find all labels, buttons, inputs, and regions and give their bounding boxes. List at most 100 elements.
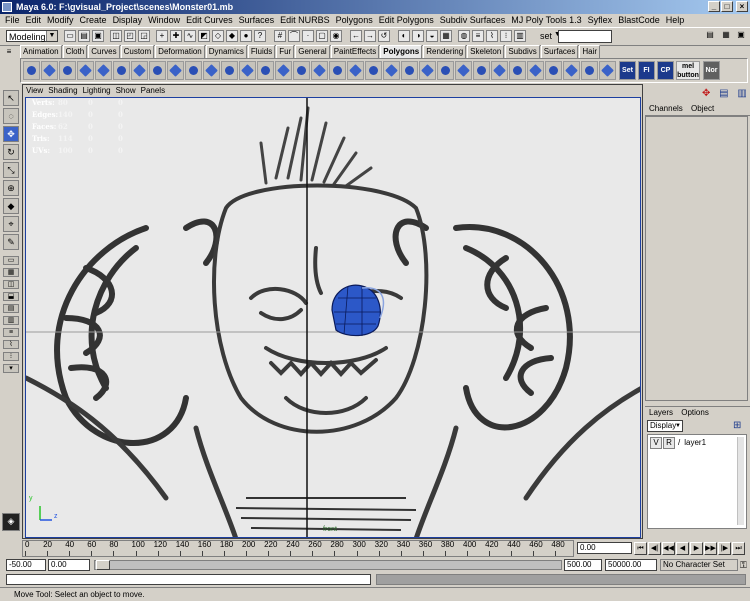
- front-viewport[interactable]: y z front: [25, 97, 641, 538]
- current-frame-field[interactable]: 0.00: [577, 542, 632, 554]
- step-back-icon[interactable]: ◀|: [648, 542, 661, 555]
- panel-menu-show[interactable]: Show: [116, 86, 136, 95]
- snap-grid-icon[interactable]: #: [274, 30, 286, 42]
- channel-toggle-icon[interactable]: ▥: [737, 88, 746, 99]
- snap-curve-icon[interactable]: ⌒: [288, 30, 300, 42]
- key-icon[interactable]: ⚿: [740, 560, 747, 571]
- command-line-input[interactable]: [6, 574, 371, 585]
- playback-end-field[interactable]: 500.00: [564, 559, 602, 571]
- uv-texture-editor-icon[interactable]: [599, 61, 616, 80]
- shelf-tab-custom[interactable]: Custom: [120, 45, 155, 59]
- shelf-tab-surfaces[interactable]: Surfaces: [540, 45, 579, 59]
- mask-dynamics-icon[interactable]: ◆: [226, 30, 238, 42]
- shelf-tab-painteffects[interactable]: PaintEffects: [330, 45, 380, 59]
- range-slider[interactable]: [94, 560, 562, 570]
- layout-more-icon[interactable]: ▾: [3, 364, 19, 373]
- outliner-icon[interactable]: ≡: [472, 30, 484, 42]
- panel-menu-panels[interactable]: Panels: [141, 86, 165, 95]
- output-ops-icon[interactable]: →: [364, 30, 376, 42]
- select-hierarchy-icon[interactable]: ◫: [110, 30, 122, 42]
- menu-window[interactable]: Window: [145, 14, 183, 27]
- merge-edge-icon[interactable]: [437, 61, 454, 80]
- create-polygon-icon[interactable]: [509, 61, 526, 80]
- dope-sheet-icon[interactable]: ⁝: [500, 30, 512, 42]
- play-forward-icon[interactable]: ▶: [690, 542, 703, 555]
- panel-menu-shading[interactable]: Shading: [48, 86, 77, 95]
- layout-four-icon[interactable]: ▦: [3, 268, 19, 277]
- cylindrical-mapping-icon[interactable]: [545, 61, 562, 80]
- shelf-tab-polygons[interactable]: Polygons: [380, 45, 423, 59]
- select-tool-icon[interactable]: ↖: [3, 90, 19, 106]
- shelf-tab-cloth[interactable]: Cloth: [62, 45, 88, 59]
- create-layer-icon[interactable]: ⊞: [733, 420, 741, 431]
- layout-top-bottom-icon[interactable]: ⬓: [3, 292, 19, 301]
- poly-cone-icon[interactable]: [77, 61, 94, 80]
- mask-misc-icon[interactable]: ?: [254, 30, 266, 42]
- shelf-tab-fluids[interactable]: Fluids: [247, 45, 276, 59]
- new-scene-icon[interactable]: ▭: [64, 30, 76, 42]
- channel-key-icon[interactable]: ✥: [702, 88, 710, 99]
- ipr-render-icon[interactable]: ◑: [412, 30, 424, 42]
- shelf-tab-deformation[interactable]: Deformation: [155, 45, 205, 59]
- bevel-icon[interactable]: [401, 61, 418, 80]
- selection-set-field[interactable]: [558, 30, 612, 43]
- mask-rendering-icon[interactable]: ●: [240, 30, 252, 42]
- layer-visibility-toggle[interactable]: V: [650, 437, 662, 449]
- collapse-icon[interactable]: [455, 61, 472, 80]
- menu-mj-poly-tools[interactable]: MJ Poly Tools 1.3: [508, 14, 584, 27]
- render-globals-icon[interactable]: ◒: [426, 30, 438, 42]
- object-tab[interactable]: Object: [691, 104, 714, 113]
- channels-tab[interactable]: Channels: [649, 104, 683, 113]
- poly-cylinder-icon[interactable]: [59, 61, 76, 80]
- menu-edit-nurbs[interactable]: Edit NURBS: [277, 14, 333, 27]
- poly-sphere-icon[interactable]: [23, 61, 40, 80]
- render-region-icon[interactable]: ▦: [440, 30, 452, 42]
- construction-history-icon[interactable]: ↺: [378, 30, 390, 42]
- shelf-tab-general[interactable]: General: [295, 45, 330, 59]
- quick-layout-icon[interactable]: ▥: [514, 30, 526, 42]
- save-scene-icon[interactable]: ▣: [92, 30, 104, 42]
- manipulator-tool-icon[interactable]: ⊕: [3, 180, 19, 196]
- layout-hypershade-icon[interactable]: ▥: [3, 316, 19, 325]
- layout-persp-graph-icon[interactable]: ▤: [3, 304, 19, 313]
- input-ops-icon[interactable]: ←: [350, 30, 362, 42]
- go-to-start-icon[interactable]: ⏮: [634, 542, 647, 555]
- boolean-union-icon[interactable]: [185, 61, 202, 80]
- select-object-icon[interactable]: ◰: [124, 30, 136, 42]
- boolean-difference-icon[interactable]: [203, 61, 220, 80]
- split-polygon-icon[interactable]: [365, 61, 382, 80]
- shelf-button-cp[interactable]: CP: [657, 61, 674, 80]
- graph-editor-icon[interactable]: ⌇: [486, 30, 498, 42]
- channel-layout-icon[interactable]: ▤: [719, 88, 728, 99]
- append-polygon-icon[interactable]: [491, 61, 508, 80]
- snap-point-icon[interactable]: ·: [302, 30, 314, 42]
- menu-edit-polygons[interactable]: Edit Polygons: [376, 14, 437, 27]
- fill-hole-icon[interactable]: [311, 61, 328, 80]
- layer-mode-dropdown[interactable]: Display ▼: [647, 420, 683, 432]
- move-tool-icon[interactable]: ✥: [3, 126, 19, 142]
- select-component-icon[interactable]: ◲: [138, 30, 150, 42]
- menu-file[interactable]: File: [2, 14, 23, 27]
- panel-menu-view[interactable]: View: [26, 86, 43, 95]
- poly-cube-icon[interactable]: [41, 61, 58, 80]
- channel-box[interactable]: [645, 116, 748, 401]
- time-slider[interactable]: 0 20 40 60 80 100 120 140 160 180 200 220 240 260 280 3…: [22, 540, 574, 557]
- shelf-button-set[interactable]: Set: [619, 61, 636, 80]
- menu-edit[interactable]: Edit: [23, 14, 45, 27]
- lasso-tool-icon[interactable]: ◌: [3, 108, 19, 124]
- tool-settings-icon[interactable]: ▣: [735, 30, 747, 42]
- shelf-tab-dynamics[interactable]: Dynamics: [205, 45, 247, 59]
- shelf-menu-icon[interactable]: ≡: [2, 47, 16, 57]
- render-frame-icon[interactable]: ◐: [398, 30, 410, 42]
- shelf-tab-animation[interactable]: Animation: [20, 45, 62, 59]
- poly-torus-icon[interactable]: [113, 61, 130, 80]
- character-set-menu[interactable]: No Character Set: [660, 559, 738, 571]
- planar-mapping-icon[interactable]: [527, 61, 544, 80]
- layers-menu[interactable]: Layers: [649, 408, 673, 417]
- boolean-intersection-icon[interactable]: [221, 61, 238, 80]
- menu-help[interactable]: Help: [663, 14, 688, 27]
- menu-edit-curves[interactable]: Edit Curves: [183, 14, 236, 27]
- quadrangulate-icon[interactable]: [293, 61, 310, 80]
- layer-name[interactable]: layer1: [684, 438, 706, 447]
- shelf-button-nor[interactable]: Nor: [703, 61, 720, 80]
